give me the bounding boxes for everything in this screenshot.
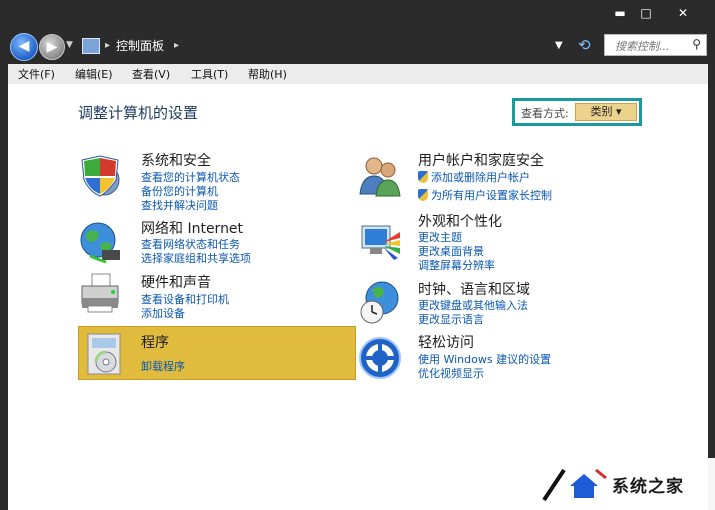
view-by-control: 查看方式: 类别 ▾ [512,98,642,126]
breadcrumb-control-panel[interactable]: 控制面板 [116,37,164,54]
link-homegroup-sharing[interactable]: 选择家庭组和共享选项 [141,250,251,266]
globe-network-icon[interactable] [78,220,122,264]
monitor-palette-icon[interactable] [358,218,402,262]
forward-button[interactable]: ▶ [39,34,65,60]
category-programs[interactable]: 程序 [141,332,169,352]
users-icon[interactable] [358,154,402,198]
menu-view[interactable]: 查看(V) [132,66,170,82]
link-parental-controls-label: 为所有用户设置家长控制 [431,189,552,202]
menu-edit[interactable]: 编辑(E) [75,66,113,82]
back-button[interactable]: ◀ [10,33,38,61]
breadcrumb-separator-icon[interactable]: ▸ [174,40,179,51]
link-screen-resolution[interactable]: 调整屏幕分辨率 [418,257,495,273]
search-icon[interactable]: ⚲ [692,37,701,51]
printer-icon[interactable] [78,272,122,316]
programs-disc-icon[interactable] [82,332,126,376]
globe-clock-icon[interactable] [358,280,402,324]
title-bar: ▬ □ ✕ [0,0,715,30]
link-uninstall-program[interactable]: 卸载程序 [141,358,185,374]
page-title: 调整计算机的设置 [78,104,199,122]
maximize-button[interactable]: □ [633,4,659,22]
back-arrow-icon: ◀ [18,38,30,54]
search-input[interactable] [613,36,695,56]
watermark: 系统之家 [512,458,715,510]
uac-shield-icon [418,189,428,201]
shield-icon[interactable] [78,154,122,198]
recent-pages-chevron-icon[interactable]: ▼ [66,40,73,50]
category-clock-language[interactable]: 时钟、语言和区域 [418,279,530,299]
category-user-accounts[interactable]: 用户帐户和家庭安全 [418,150,544,170]
search-box: ⚲ [604,34,707,56]
watermark-logo-icon [542,468,607,502]
link-add-remove-accounts[interactable]: 添加或删除用户帐户 [418,169,530,185]
menu-help[interactable]: 帮助(H) [248,66,287,82]
address-bar: ◀ ▶ ▼ ▸ 控制面板 ▸ ▼ ⟲ ⚲ [0,30,715,64]
category-hardware-sound[interactable]: 硬件和声音 [141,272,211,292]
link-add-device[interactable]: 添加设备 [141,305,185,321]
link-parental-controls[interactable]: 为所有用户设置家长控制 [418,187,552,203]
link-optimize-display[interactable]: 优化视频显示 [418,365,484,381]
refresh-icon[interactable]: ⟲ [578,36,591,54]
watermark-text: 系统之家 [612,477,684,497]
forward-arrow-icon: ▶ [46,39,58,55]
category-system-security[interactable]: 系统和安全 [141,150,211,170]
link-troubleshoot[interactable]: 查找并解决问题 [141,197,218,213]
category-network-internet[interactable]: 网络和 Internet [141,218,243,238]
link-add-remove-accounts-label: 添加或删除用户帐户 [431,171,530,184]
control-panel-content: 调整计算机的设置 查看方式: 类别 ▾ 系统和安全 查看您的计算机状态 备份您的… [8,84,708,510]
accessibility-icon[interactable] [358,336,402,380]
category-appearance[interactable]: 外观和个性化 [418,211,502,231]
minimize-button[interactable]: ▬ [607,4,633,22]
menu-file[interactable]: 文件(F) [18,66,55,82]
control-panel-icon [82,38,100,54]
uac-shield-icon [418,171,428,183]
menu-tools[interactable]: 工具(T) [191,66,228,82]
breadcrumb-separator-icon[interactable]: ▸ [105,40,110,51]
menu-bar: 文件(F) 编辑(E) 查看(V) 工具(T) 帮助(H) [8,64,708,85]
category-ease-of-access[interactable]: 轻松访问 [418,332,474,352]
view-by-label: 查看方式: [521,107,569,120]
close-button[interactable]: ✕ [670,4,696,22]
view-by-dropdown[interactable]: 类别 ▾ [575,103,637,121]
address-dropdown-icon[interactable]: ▼ [555,40,563,51]
link-change-display-language[interactable]: 更改显示语言 [418,311,484,327]
